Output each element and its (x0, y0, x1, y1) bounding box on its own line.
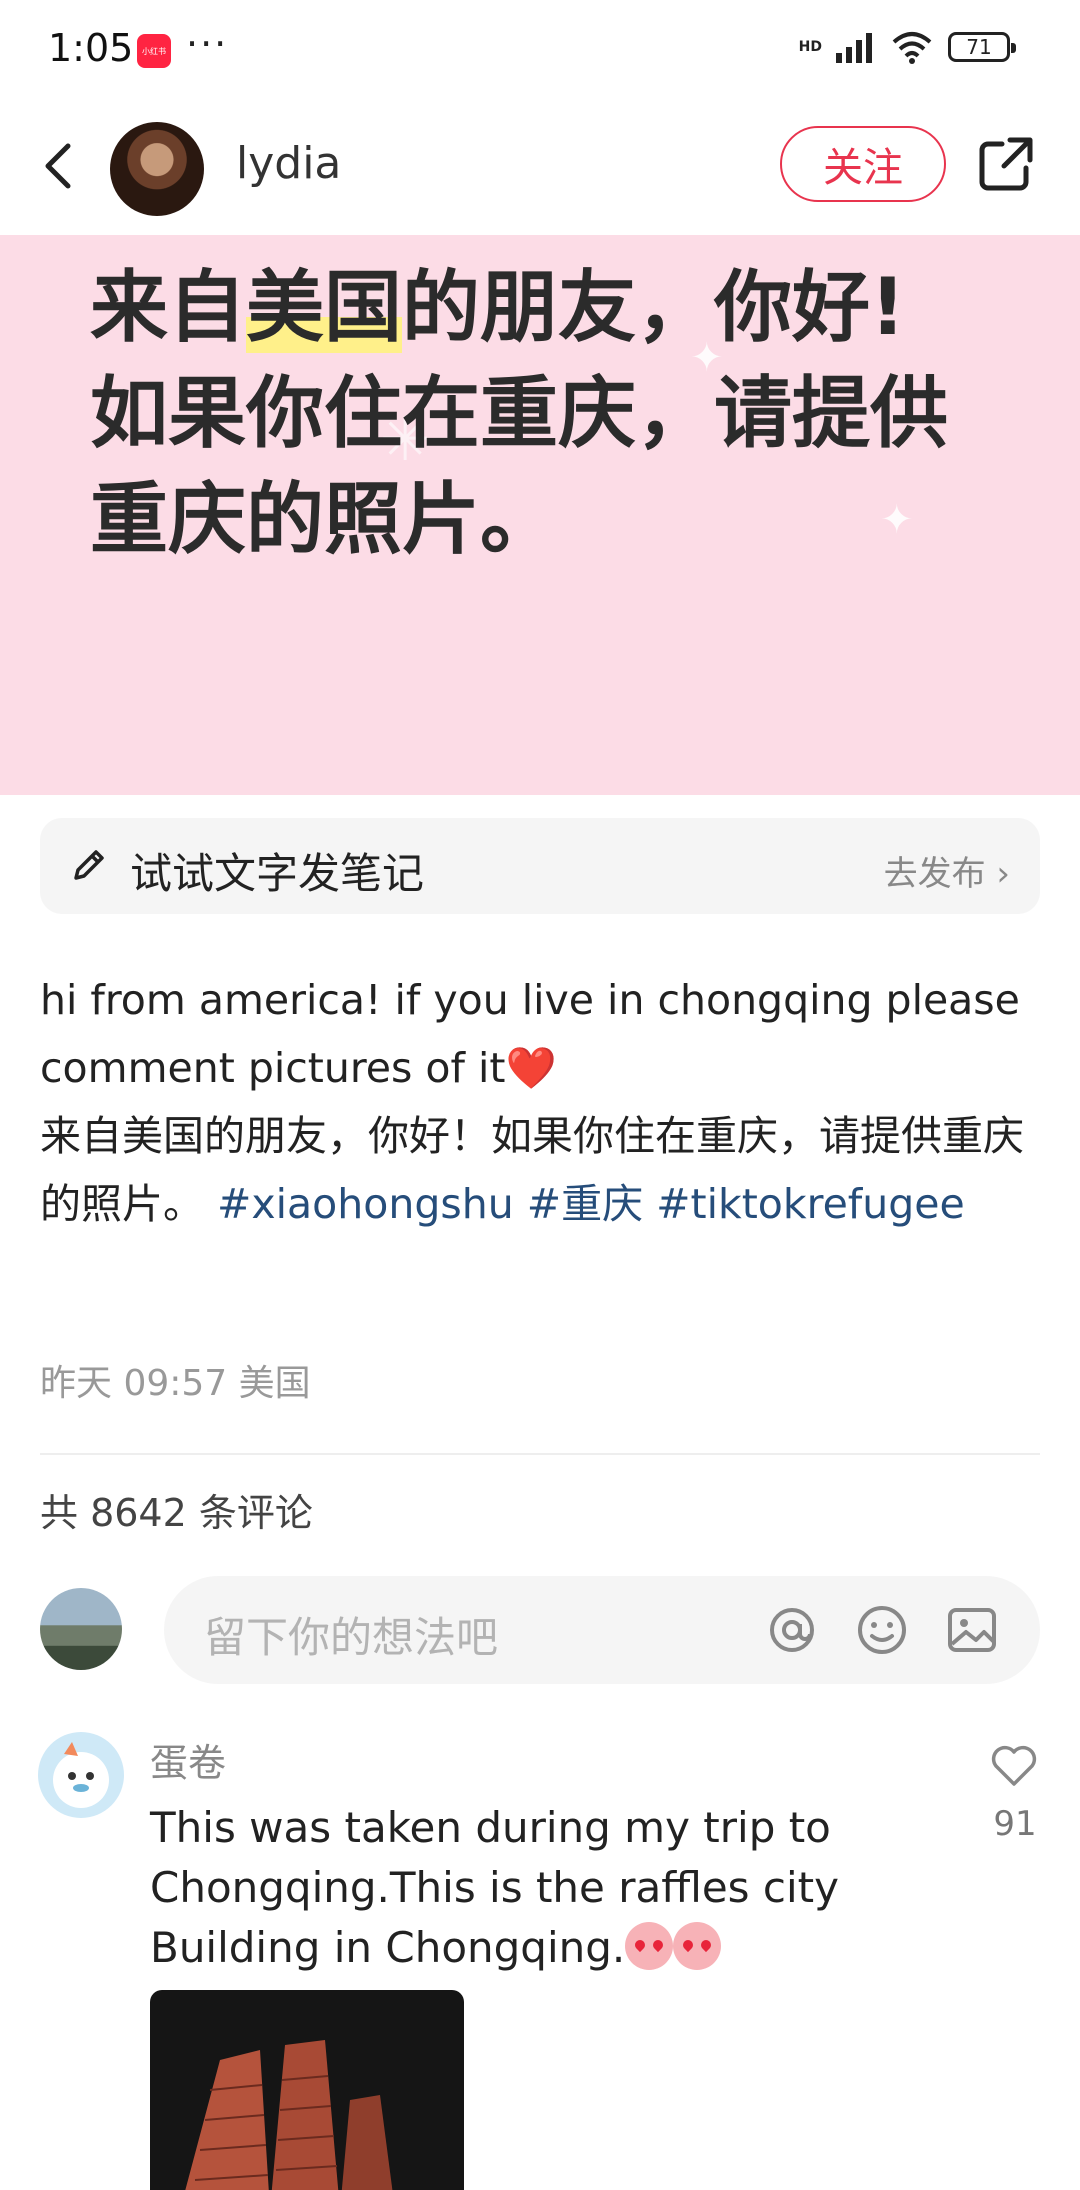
back-arrow-icon[interactable] (34, 134, 82, 198)
divider (40, 1453, 1040, 1455)
heart-eyes-emoji (625, 1922, 674, 1970)
battery-icon: 71 (948, 32, 1016, 62)
comment-input[interactable]: 留下你的想法吧 (164, 1576, 1040, 1684)
author-avatar[interactable] (110, 122, 204, 216)
cover-line1-pre: 来自 (90, 263, 247, 353)
post-meta: 昨天 09:57 美国 (40, 1363, 311, 1404)
cover-text: 来自美国的朋友，你好! 如果你住在重庆，请提供 重庆的照片。 (90, 255, 1030, 573)
hashtag-link[interactable]: #tiktokrefugee (656, 1180, 965, 1228)
cartoon-avatar-icon (53, 1742, 109, 1808)
cover-line1-highlight: 美国 (246, 263, 403, 353)
emoji-icon[interactable] (854, 1602, 910, 1658)
comment-text: This was taken during my trip to Chongqi… (150, 1798, 870, 1978)
write-note-label: 试试文字发笔记 (130, 849, 425, 898)
post-caption: hi from america! if you live in chongqin… (40, 966, 1050, 1238)
comment-count: 共 8642 条评论 (40, 1491, 313, 1535)
hashtag-link[interactable]: #重庆 (527, 1180, 643, 1228)
hd-icon: HD (798, 39, 822, 55)
mention-icon[interactable] (764, 1602, 820, 1658)
status-right: HD 71 (798, 30, 1016, 64)
publish-link[interactable]: 去发布 › (884, 846, 1010, 895)
commenter-name[interactable]: 蛋卷 (150, 1732, 226, 1787)
status-time: 1:05 (48, 26, 134, 70)
write-note-bar[interactable]: 试试文字发笔记 去发布 › (40, 818, 1040, 914)
like-count: 91 (993, 1804, 1037, 1844)
comment-placeholder: 留下你的想法吧 (204, 1613, 499, 1662)
heart-icon[interactable] (988, 1740, 1040, 1788)
post-header: lydia 关注 (0, 100, 1080, 235)
author-username[interactable]: lydia (236, 138, 341, 189)
cover-line1-post: 的朋友，你好! (402, 263, 906, 353)
pencil-icon (74, 850, 104, 880)
cover-line2: 如果你住在重庆，请提供 (90, 369, 949, 459)
my-avatar (40, 1588, 122, 1670)
image-icon[interactable] (944, 1602, 1000, 1658)
status-bar: 1:05 小红书 ··· HD 71 (0, 0, 1080, 100)
cover-line3: 重庆的照片。 (90, 475, 559, 565)
heart-emoji: ❤️ (505, 1044, 557, 1092)
comment-image[interactable] (150, 1990, 464, 2190)
post-cover-image[interactable]: ✦ ✦ ✳ 来自美国的朋友，你好! 如果你住在重庆，请提供 重庆的照片。 (0, 235, 1080, 795)
follow-button[interactable]: 关注 (780, 126, 946, 202)
hashtag-link[interactable]: #xiaohongshu (217, 1180, 514, 1228)
commenter-avatar[interactable] (38, 1732, 124, 1818)
wifi-icon (892, 32, 932, 64)
signal-icon (836, 33, 872, 63)
xiaohongshu-app-icon: 小红书 (137, 34, 171, 68)
page: 1:05 小红书 ··· HD 71 lydia 关注 ✦ ✦ ✳ 来自美国的朋… (0, 0, 1080, 2190)
share-icon[interactable] (976, 134, 1036, 194)
heart-eyes-emoji (673, 1922, 722, 1970)
building-photo (185, 2040, 393, 2190)
status-more-icon: ··· (186, 22, 229, 66)
comment-body: This was taken during my trip to Chongqi… (150, 1803, 840, 1972)
